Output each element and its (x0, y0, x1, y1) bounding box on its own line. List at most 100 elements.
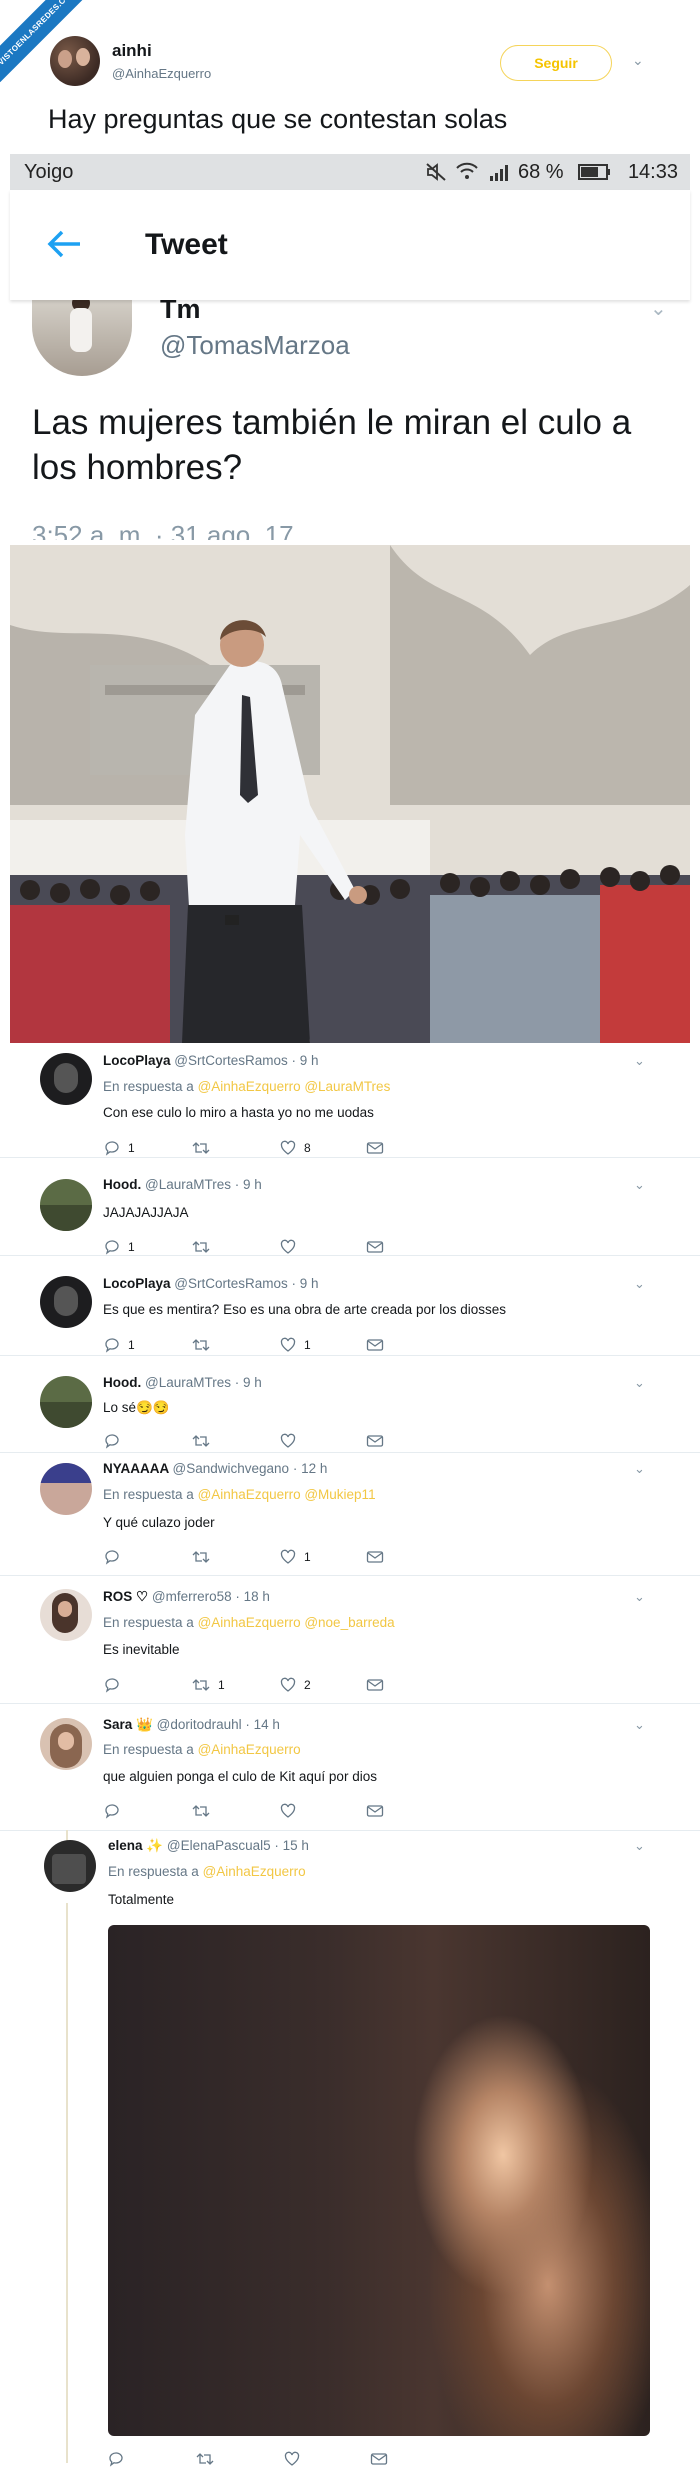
reply-button[interactable]: 1 (104, 1238, 135, 1256)
reply-button[interactable] (108, 2450, 124, 2468)
reply-context: En respuesta a @AinhaEzquerro (103, 1742, 301, 1757)
chevron-down-icon[interactable]: ⌄ (634, 1717, 645, 1733)
reply-author[interactable]: Sara 👑 @doritodrauhl · 14 h (103, 1717, 280, 1733)
chevron-down-icon[interactable]: ⌄ (634, 1177, 645, 1193)
reply-button[interactable] (104, 1432, 128, 1450)
app-header: Tweet (10, 190, 690, 300)
reply-prefix: En respuesta a (108, 1864, 199, 1879)
reply-button[interactable]: 1 (104, 1336, 135, 1354)
reply-author[interactable]: elena ✨ @ElenaPascual5 · 15 h (108, 1838, 309, 1854)
reply-mentions[interactable]: @AinhaEzquerro @noe_barreda (198, 1615, 395, 1630)
reply-text: JAJAJAJJAJA (103, 1205, 189, 1220)
chevron-down-icon[interactable]: ⌄ (650, 300, 667, 321)
reply: Hood. @LauraMTres · 9 h ⌄ Lo sé😏😏 (0, 1362, 700, 1452)
avatar[interactable] (44, 1840, 96, 1892)
reply-mentions[interactable]: @AinhaEzquerro (203, 1864, 306, 1879)
author-name[interactable]: Tm (160, 300, 201, 325)
reply-author[interactable]: LocoPlaya @SrtCortesRamos · 9 h (103, 1276, 319, 1291)
chevron-down-icon[interactable]: ⌄ (634, 1461, 645, 1477)
reply-author[interactable]: NYAAAAA @Sandwichvegano · 12 h (103, 1461, 327, 1476)
reply-button[interactable] (104, 1676, 128, 1694)
mute-icon (425, 162, 447, 188)
battery-level: 68 % (518, 161, 564, 183)
chevron-down-icon[interactable]: ⌄ (634, 1053, 645, 1069)
dm-button[interactable] (366, 1802, 384, 1820)
chevron-down-icon[interactable]: ⌄ (634, 1276, 645, 1292)
retweet-button[interactable] (192, 1238, 218, 1256)
dm-button[interactable] (366, 1676, 384, 1694)
reply-mentions[interactable]: @AinhaEzquerro (198, 1742, 301, 1757)
avatar[interactable] (40, 1053, 92, 1105)
tweet-photo[interactable] (10, 545, 690, 1043)
avatar[interactable] (40, 1589, 92, 1641)
retweet-icon (192, 1339, 210, 1351)
retweet-button[interactable] (192, 1336, 218, 1354)
retweet-button[interactable] (192, 1548, 218, 1566)
reply: LocoPlaya @SrtCortesRamos · 9 h ⌄ En res… (0, 1045, 700, 1157)
dm-button[interactable] (366, 1139, 384, 1157)
reply-mentions[interactable]: @AinhaEzquerro @Mukiep11 (198, 1487, 376, 1502)
retweet-button[interactable]: 1 (192, 1676, 225, 1694)
avatar[interactable] (50, 36, 100, 86)
chevron-down-icon[interactable]: ⌄ (634, 1589, 645, 1605)
back-arrow-icon[interactable] (44, 226, 84, 262)
retweet-button[interactable] (192, 1802, 218, 1820)
avatar[interactable] (40, 1179, 92, 1231)
like-button[interactable] (280, 1238, 304, 1256)
divider (0, 1830, 700, 1831)
reply-text: Es inevitable (103, 1642, 180, 1657)
like-button[interactable] (280, 1432, 304, 1450)
reply-button[interactable]: 1 (104, 1139, 135, 1157)
envelope-icon (366, 1679, 384, 1691)
like-button[interactable]: 8 (280, 1139, 311, 1157)
heart-icon (280, 1239, 296, 1254)
avatar[interactable] (40, 1276, 92, 1328)
author-handle[interactable]: @AinhaEzquerro (112, 66, 211, 81)
reply-text: Lo sé😏😏 (103, 1400, 170, 1415)
avatar[interactable] (32, 300, 132, 376)
reply-photo[interactable] (108, 1925, 650, 2436)
author-name[interactable]: ainhi (112, 41, 152, 61)
retweet-button[interactable] (192, 1139, 218, 1157)
reply-icon (105, 1434, 119, 1449)
reply-author[interactable]: LocoPlaya @SrtCortesRamos · 9 h (103, 1053, 319, 1068)
reply-text: Es que es mentira? Eso es una obra de ar… (103, 1302, 506, 1317)
heart-icon (280, 1677, 296, 1692)
reply-author-handle: @Sandwichvegano (172, 1461, 290, 1476)
retweet-button[interactable] (196, 2450, 214, 2468)
avatar[interactable] (40, 1376, 92, 1428)
reply-author[interactable]: Hood. @LauraMTres · 9 h (103, 1375, 262, 1390)
chevron-down-icon[interactable]: ⌄ (632, 52, 644, 69)
like-button[interactable] (284, 2450, 300, 2468)
follow-button[interactable]: Seguir (500, 45, 612, 81)
avatar[interactable] (40, 1718, 92, 1770)
author-handle[interactable]: @TomasMarzoa (160, 330, 350, 361)
reply: Sara 👑 @doritodrauhl · 14 h ⌄ En respues… (0, 1710, 700, 1828)
carrier-label: Yoigo (24, 161, 74, 183)
envelope-icon (366, 1805, 384, 1817)
retweet-button[interactable] (192, 1432, 218, 1450)
reply-button[interactable] (104, 1548, 128, 1566)
reply-mentions[interactable]: @AinhaEzquerro @LauraMTres (198, 1079, 391, 1094)
reply-text: que alguien ponga el culo de Kit aquí po… (103, 1769, 377, 1784)
like-button[interactable]: 1 (280, 1548, 311, 1566)
reply: Hood. @LauraMTres · 9 h ⌄ JAJAJAJJAJA 1 (0, 1165, 700, 1255)
chevron-down-icon[interactable]: ⌄ (634, 1375, 645, 1391)
dm-button[interactable] (370, 2450, 388, 2468)
like-button[interactable] (280, 1802, 304, 1820)
retweet-icon (192, 1551, 210, 1563)
dm-button[interactable] (366, 1432, 384, 1450)
reply-author[interactable]: ROS ♡ @mferrero58 · 18 h (103, 1589, 270, 1605)
reply-context: En respuesta a @AinhaEzquerro (108, 1864, 306, 1879)
reply-author-name: ROS ♡ (103, 1589, 149, 1604)
heart-icon (280, 1803, 296, 1818)
reply-author[interactable]: Hood. @LauraMTres · 9 h (103, 1177, 262, 1192)
chevron-down-icon[interactable]: ⌄ (634, 1838, 645, 1854)
like-button[interactable]: 2 (280, 1676, 311, 1694)
dm-button[interactable] (366, 1548, 384, 1566)
avatar[interactable] (40, 1463, 92, 1515)
dm-button[interactable] (366, 1336, 384, 1354)
like-button[interactable]: 1 (280, 1336, 311, 1354)
reply-button[interactable] (104, 1802, 128, 1820)
dm-button[interactable] (366, 1238, 384, 1256)
